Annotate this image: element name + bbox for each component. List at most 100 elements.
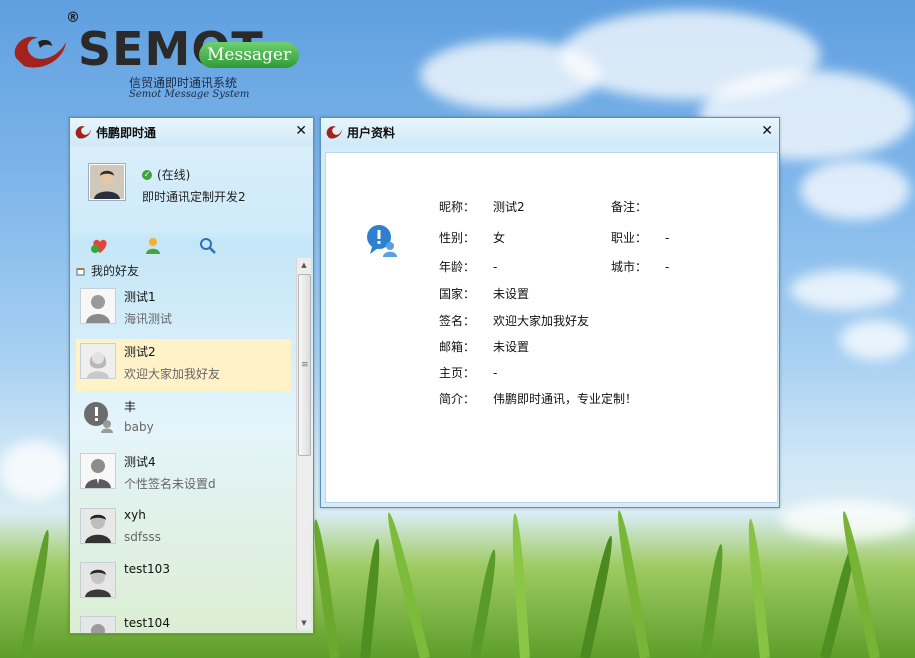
field-label: 年龄：	[439, 260, 476, 274]
contact-avatar	[80, 398, 116, 434]
contacts-window-title: 伟鹏即时通	[96, 125, 157, 140]
field-value: 女	[493, 231, 506, 245]
contact-signature: 欢迎大家加我好友	[124, 367, 221, 381]
person-avatar-icon	[90, 165, 124, 199]
person-avatar-icon	[85, 459, 111, 488]
my-profile: ✓ (在线) 即时通讯定制开发2	[70, 146, 313, 236]
field-label: 昵称：	[439, 200, 476, 214]
chat-user-icon	[367, 225, 397, 257]
contact-avatar	[80, 616, 116, 633]
person-avatar-icon	[81, 344, 115, 378]
field-value: -	[493, 260, 498, 274]
contact-signature: 个性签名未设置d	[124, 477, 216, 491]
close-button[interactable]: ✕	[761, 123, 773, 139]
contacts-window: 伟鹏即时通 ✕ ✓ (在线) 即时通讯定制开发2 我的好友 测试1 海讯测试 测…	[69, 117, 314, 634]
field-email: 邮箱： 未设置	[439, 338, 529, 355]
profile-content: 昵称： 测试2 备注： 性别： 女 职业： - 年龄： - 城市： - 国家： 未设置 签名…	[325, 152, 778, 503]
online-check-icon: ✓	[142, 169, 152, 180]
contact-avatar	[80, 288, 116, 324]
field-value: 伟鹏即时通讯，专业定制！	[493, 392, 638, 406]
notice-avatar-icon	[84, 402, 113, 433]
scrollbar-thumb[interactable]: ≡	[298, 274, 311, 456]
list-item[interactable]: 测试4 个性签名未设置d	[76, 449, 291, 501]
scroll-up-arrow-icon[interactable]: ▲	[297, 258, 311, 272]
field-homepage: 主页： -	[439, 364, 497, 381]
contact-name: 测试1	[124, 290, 156, 304]
field-label: 备注：	[611, 200, 648, 214]
field-value: 未设置	[493, 340, 530, 354]
list-item[interactable]: 测试1 海讯测试	[76, 284, 291, 336]
scroll-down-arrow-icon[interactable]: ▼	[297, 616, 311, 630]
field-nickname: 昵称： 测试2	[439, 198, 525, 215]
field-value: -	[665, 260, 670, 274]
group-toggle-icon	[76, 267, 85, 275]
person-avatar-icon	[81, 509, 115, 543]
field-label: 简介：	[439, 392, 476, 406]
field-label: 签名：	[439, 314, 476, 328]
group-header[interactable]: 我的好友	[76, 262, 139, 279]
online-status[interactable]: ✓ (在线)	[142, 166, 190, 183]
person-avatar-icon	[81, 563, 115, 597]
contact-avatar	[80, 508, 116, 544]
contact-signature: baby	[124, 420, 154, 434]
contact-avatar	[80, 343, 116, 379]
logo-swirl-icon	[14, 36, 66, 68]
field-age: 年龄： -	[439, 258, 497, 275]
contact-name: test103	[124, 562, 170, 576]
contact-signature: 海讯测试	[124, 312, 173, 326]
field-city: 城市： -	[611, 258, 669, 275]
my-avatar[interactable]	[88, 163, 126, 201]
user-profile-window: 用户资料 ✕ 昵称： 测试2 备注： 性别： 女 职业： - 年龄： - 城市： -	[320, 117, 780, 508]
field-value: 未设置	[493, 287, 530, 301]
field-intro: 简介： 伟鹏即时通讯，专业定制！	[439, 390, 637, 407]
contacts-titlebar[interactable]: 伟鹏即时通 ✕	[70, 118, 313, 146]
contact-avatar	[80, 453, 116, 489]
field-label: 主页：	[439, 366, 476, 380]
my-signature[interactable]: 即时通讯定制开发2	[142, 188, 246, 205]
contact-name: 测试2	[124, 345, 156, 359]
field-gender: 性别： 女	[439, 229, 505, 246]
close-button[interactable]: ✕	[295, 123, 307, 139]
grip-icon: ≡	[301, 360, 309, 370]
contact-list-scrollbar[interactable]: ▲ ≡ ▼	[296, 258, 311, 630]
user-icon[interactable]	[143, 236, 163, 256]
field-value: -	[493, 366, 498, 380]
field-value: -	[665, 231, 670, 245]
contact-name: 丰	[124, 400, 137, 414]
list-item[interactable]: xyh sdfsss	[76, 504, 291, 556]
list-item[interactable]: 测试2 欢迎大家加我好友	[76, 339, 291, 391]
list-item[interactable]: 丰 baby	[76, 394, 291, 446]
app-logo-icon	[326, 126, 342, 139]
field-label: 邮箱：	[439, 340, 476, 354]
add-friend-icon[interactable]	[90, 236, 110, 256]
field-label: 职业：	[611, 231, 648, 245]
person-avatar-icon	[86, 295, 110, 323]
field-job: 职业： -	[611, 229, 669, 246]
app-logo-icon	[75, 126, 91, 139]
field-label: 城市：	[611, 260, 648, 274]
contact-avatar	[80, 562, 116, 598]
contact-signature: sdfsss	[124, 530, 161, 544]
field-label: 国家：	[439, 287, 476, 301]
field-label: 性别：	[439, 231, 476, 245]
semot-logo: ® SEMOT Messager 信贸通即时通讯系统 Semot Message…	[6, 8, 306, 103]
contact-name: xyh	[124, 508, 146, 522]
profile-window-title: 用户资料	[347, 125, 396, 140]
status-text: (在线)	[157, 168, 191, 182]
field-value: 测试2	[493, 200, 525, 214]
field-signature: 签名： 欢迎大家加我好友	[439, 312, 589, 329]
list-item[interactable]: test103	[76, 558, 291, 610]
logo-badge: Messager	[199, 42, 300, 68]
group-name: 我的好友	[91, 264, 140, 278]
field-remark: 备注：	[611, 198, 665, 215]
logo-subtitle-en: Semot Message System	[129, 89, 250, 100]
search-icon[interactable]	[198, 236, 218, 256]
list-item[interactable]: test104	[76, 612, 291, 633]
contact-name: 测试4	[124, 455, 156, 469]
contact-name: test104	[124, 616, 170, 630]
contact-list[interactable]: 我的好友 测试1 海讯测试 测试2 欢迎大家加我好友 丰 baby 测试4 个性…	[70, 258, 313, 633]
profile-titlebar[interactable]: 用户资料 ✕	[321, 118, 779, 146]
field-country: 国家： 未设置	[439, 285, 529, 302]
field-value: 欢迎大家加我好友	[493, 314, 590, 328]
person-avatar-icon	[81, 617, 115, 633]
